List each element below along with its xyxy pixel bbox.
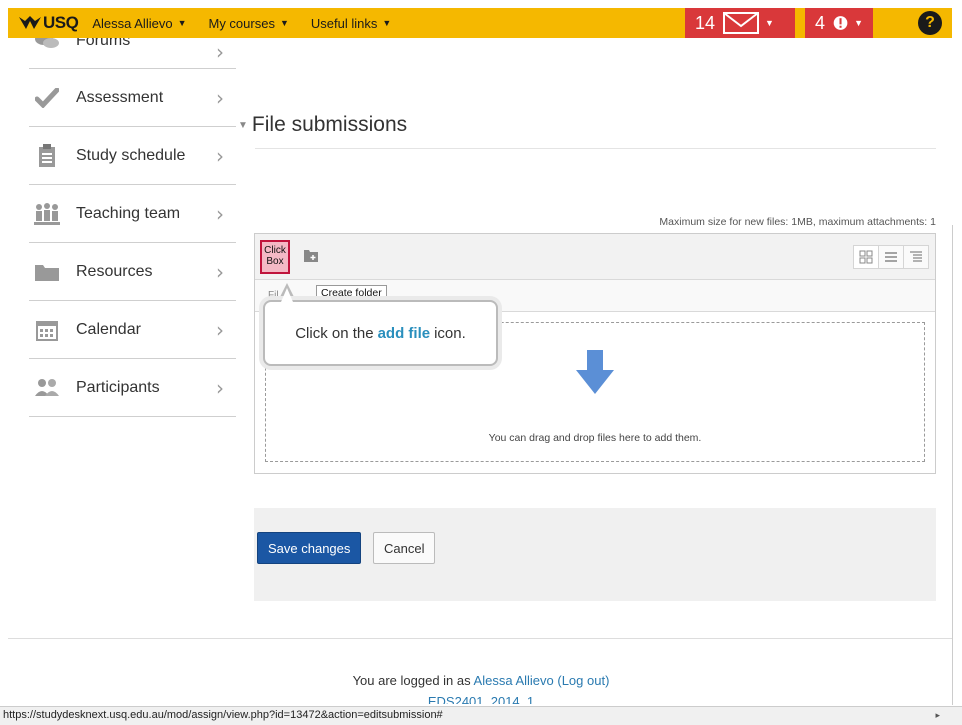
logo-text: USQ (43, 13, 79, 32)
exclamation-icon (833, 16, 848, 30)
save-changes-button[interactable]: Save changes (257, 532, 362, 564)
tree-icon (910, 251, 922, 262)
my-courses-label: My courses (208, 15, 275, 31)
user-menu[interactable]: Alessa Allievo ▼ (92, 16, 186, 31)
file-manager-toolbar: Click Box (255, 234, 935, 280)
caret-down-icon: ▼ (765, 18, 774, 28)
chevron-right-icon: › (216, 259, 224, 284)
sidebar-item-label: Participants (76, 378, 160, 396)
checkmark-icon (34, 85, 60, 111)
clipboard-icon (34, 143, 60, 169)
add-folder-icon (304, 250, 318, 262)
sidebar-item-participants[interactable]: Participants › (29, 359, 236, 417)
section-title[interactable]: ▼ File submissions (238, 113, 407, 137)
callout-pointer-inner (281, 288, 293, 302)
sidebar-item-teaching-team[interactable]: Teaching team › (29, 185, 236, 243)
messages-count: 14 (695, 12, 716, 33)
drop-instructions: You can drag and drop files here to add … (488, 432, 702, 444)
caret-down-icon: ▼ (177, 18, 187, 28)
sidebar-item-label: Calendar (76, 320, 141, 338)
sidebar-item-calendar[interactable]: Calendar › (29, 301, 236, 359)
forums-icon (34, 38, 60, 54)
course-sidebar: Forums › Assessment › Study schedule › T… (29, 38, 236, 417)
view-toggle-group (853, 245, 929, 269)
help-icon: ? (925, 14, 935, 31)
view-list-button[interactable] (878, 245, 904, 269)
sidebar-item-forums[interactable]: Forums › (29, 38, 236, 69)
cancel-button[interactable]: Cancel (373, 532, 436, 564)
scroll-right-icon[interactable]: ▸ (935, 710, 940, 721)
course-link[interactable]: EDS2401_2014_1 (0, 694, 962, 704)
my-courses-menu[interactable]: My courses ▼ (208, 16, 288, 31)
view-tree-button[interactable] (903, 245, 929, 269)
calendar-icon (34, 317, 60, 343)
browser-status-bar: https://studydesknext.usq.edu.au/mod/ass… (0, 706, 962, 725)
login-info: You are logged in as Alessa Allievo (Log… (0, 673, 962, 688)
down-arrow-icon (576, 350, 614, 394)
callout-highlight: add file (377, 324, 431, 342)
logout-link[interactable]: (Log out) (557, 673, 609, 688)
usq-logo[interactable]: USQ (18, 13, 79, 33)
chevron-right-icon: › (216, 375, 224, 400)
caret-down-icon: ▼ (382, 18, 392, 28)
sidebar-item-label: Resources (76, 262, 153, 280)
useful-links-menu[interactable]: Useful links ▼ (311, 16, 391, 31)
collapse-triangle-icon: ▼ (238, 119, 248, 131)
sidebar-item-label: Teaching team (76, 204, 181, 222)
alerts-button[interactable]: 4 ▼ (805, 8, 873, 38)
caret-down-icon: ▼ (279, 18, 289, 28)
status-url: https://studydesknext.usq.edu.au/mod/ass… (3, 709, 443, 721)
add-file-button[interactable]: Click Box (260, 240, 290, 274)
chevron-right-icon: › (216, 143, 224, 168)
sidebar-item-resources[interactable]: Resources › (29, 243, 236, 301)
instruction-callout: Click on the add file icon. (263, 288, 498, 366)
help-button[interactable]: ? (918, 11, 942, 35)
view-icons-button[interactable] (853, 245, 879, 269)
chevron-right-icon: › (216, 201, 224, 226)
envelope-icon (723, 12, 760, 34)
top-navbar: USQ Alessa Allievo ▼ My courses ▼ Useful… (8, 8, 952, 38)
login-prefix: You are logged in as (352, 673, 471, 688)
section-title-text: File submissions (251, 113, 408, 136)
people-icon (34, 375, 60, 401)
sidebar-item-label: Study schedule (76, 146, 186, 164)
sidebar-item-study-schedule[interactable]: Study schedule › (29, 127, 236, 185)
chevron-right-icon: › (216, 85, 224, 110)
caret-down-icon: ▼ (854, 18, 863, 28)
alerts-count: 4 (815, 12, 826, 33)
folder-icon (34, 259, 60, 285)
chevron-right-icon: › (216, 40, 224, 64)
sidebar-item-label: Assessment (76, 88, 164, 106)
create-folder-tooltip: Create folder (316, 285, 387, 301)
messages-button[interactable]: 14 ▼ (685, 8, 795, 38)
callout-prefix: Click on the (295, 324, 374, 342)
sidebar-item-label: Forums (76, 38, 131, 49)
form-actions: Save changes Cancel (254, 508, 936, 601)
chevron-right-icon: › (216, 317, 224, 342)
useful-links-label: Useful links (310, 15, 378, 31)
max-size-note: Maximum size for new files: 1MB, maximum… (659, 216, 936, 228)
window-edge (952, 225, 953, 705)
bird-logo-icon (19, 16, 41, 29)
grid-icon (859, 250, 873, 264)
sidebar-item-assessment[interactable]: Assessment › (29, 69, 236, 127)
user-profile-link[interactable]: Alessa Allievo (474, 673, 554, 688)
create-folder-button[interactable] (301, 246, 321, 266)
title-divider (255, 148, 936, 149)
footer-divider (8, 638, 952, 639)
team-icon (34, 201, 60, 227)
callout-suffix: icon. (434, 324, 466, 342)
user-menu-label: Alessa Allievo (92, 15, 173, 31)
list-icon (885, 252, 897, 262)
